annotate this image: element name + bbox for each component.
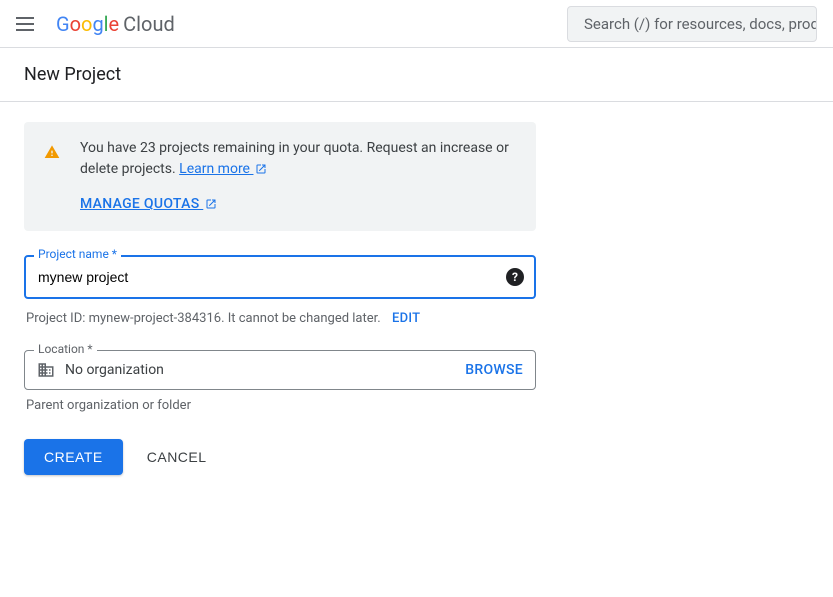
location-helper-text: Parent organization or folder xyxy=(24,396,536,415)
help-icon[interactable]: ? xyxy=(506,268,524,286)
hamburger-menu-icon[interactable] xyxy=(16,12,40,36)
quota-info-box: You have 23 projects remaining in your q… xyxy=(24,122,536,231)
location-input-row: No organization BROWSE xyxy=(24,350,536,390)
project-name-label: Project name * xyxy=(34,247,121,261)
location-field: Location * No organization BROWSE xyxy=(24,350,536,390)
google-cloud-logo[interactable]: Google Cloud xyxy=(56,12,175,36)
location-value: No organization xyxy=(65,362,455,378)
project-id-text: Project ID: mynew-project-384316. It can… xyxy=(26,311,381,326)
browse-button[interactable]: BROWSE xyxy=(465,362,523,378)
manage-quotas-link[interactable]: MANAGE QUOTAS xyxy=(80,196,217,212)
project-name-field: Project name * ? xyxy=(24,255,536,299)
external-link-icon xyxy=(255,163,267,175)
manage-quotas-label: MANAGE QUOTAS xyxy=(80,196,199,212)
page-title-bar: New Project xyxy=(0,48,833,102)
create-button[interactable]: CREATE xyxy=(24,439,123,475)
organization-icon xyxy=(37,361,55,379)
external-link-icon xyxy=(205,198,217,210)
learn-more-label: Learn more xyxy=(179,161,250,177)
page-title: New Project xyxy=(24,64,809,85)
project-id-helper: Project ID: mynew-project-384316. It can… xyxy=(24,307,536,330)
project-name-input[interactable] xyxy=(24,255,536,299)
quota-message: You have 23 projects remaining in your q… xyxy=(80,140,509,177)
location-label: Location * xyxy=(34,342,97,356)
cancel-button[interactable]: CANCEL xyxy=(147,449,207,465)
action-buttons: CREATE CANCEL xyxy=(24,439,536,475)
top-header: Google Cloud Search (/) for resources, d… xyxy=(0,0,833,48)
search-input[interactable]: Search (/) for resources, docs, prod xyxy=(567,6,817,42)
warning-icon xyxy=(44,144,60,215)
logo-cloud-text: Cloud xyxy=(123,12,175,36)
learn-more-link[interactable]: Learn more xyxy=(179,161,267,177)
info-text-block: You have 23 projects remaining in your q… xyxy=(80,138,516,215)
main-content: You have 23 projects remaining in your q… xyxy=(0,102,560,495)
edit-project-id-link[interactable]: EDIT xyxy=(392,311,420,326)
